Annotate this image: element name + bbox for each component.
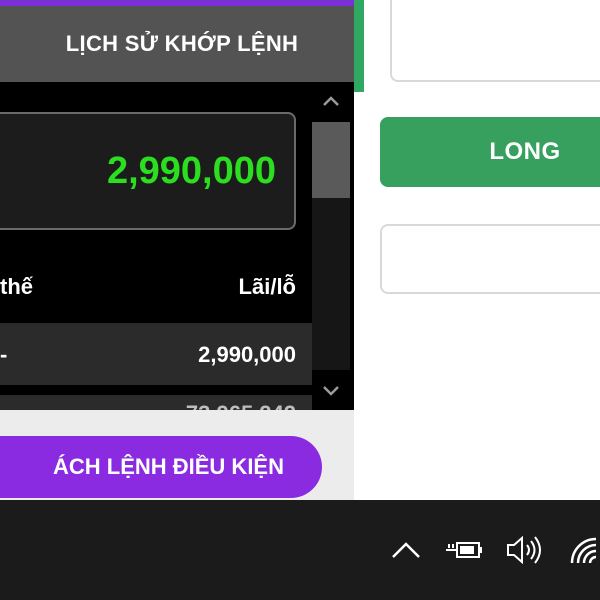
tab-trade-history-label: LỊCH SỬ KHỚP LỆNH — [65, 31, 299, 56]
vertical-scrollbar[interactable] — [312, 82, 350, 410]
table-row[interactable]: - 2,990,000 — [0, 323, 312, 385]
speaker-icon[interactable] — [504, 530, 544, 570]
tab-trade-history[interactable]: LỊCH SỬ KHỚP LỆNH — [0, 6, 354, 82]
app-root: LỊCH SỬ KHỚP LỆNH 2,990,000 thế Lãi/lỗ -… — [0, 0, 600, 600]
trading-panel: LỊCH SỬ KHỚP LỆNH 2,990,000 thế Lãi/lỗ -… — [0, 0, 354, 500]
positions-scroll-area[interactable]: 2,990,000 thế Lãi/lỗ - 2,990,000 73,965,… — [0, 82, 354, 410]
chevron-up-icon[interactable] — [386, 530, 426, 570]
positions-table-header: thế Lãi/lỗ — [0, 252, 312, 324]
scrollbar-thumb[interactable] — [312, 122, 350, 198]
long-button-label: LONG — [489, 138, 561, 165]
balance-value: 2,990,000 — [106, 149, 276, 192]
column-header-profit-loss: Lãi/lỗ — [238, 274, 296, 299]
green-edge-indicator — [354, 0, 364, 92]
row-position-cell: - — [0, 342, 8, 367]
taskbar — [0, 500, 600, 600]
battery-charging-icon[interactable] — [444, 530, 484, 570]
order-input-field[interactable] — [380, 224, 600, 294]
scroll-down-arrow-icon[interactable] — [312, 372, 350, 410]
bottom-action-strip: ÁCH LỆNH ĐIỀU KIỆN — [0, 410, 354, 500]
scrollbar-track[interactable] — [312, 198, 350, 370]
conditional-orders-button[interactable]: ÁCH LỆNH ĐIỀU KIỆN — [0, 436, 322, 498]
row-profit-loss-cell: 73,965,242 — [186, 401, 296, 410]
balance-card: 2,990,000 — [0, 112, 296, 230]
scroll-up-arrow-icon[interactable] — [312, 82, 350, 120]
row-profit-loss-cell: 2,990,000 — [198, 342, 296, 367]
table-row[interactable]: 73,965,242 — [0, 395, 312, 410]
conditional-orders-button-label: ÁCH LỆNH ĐIỀU KIỆN — [52, 454, 284, 479]
column-header-position: thế — [0, 274, 33, 299]
wifi-icon[interactable] — [566, 530, 600, 570]
order-panel: LONG — [354, 0, 600, 500]
order-input-top[interactable] — [390, 0, 600, 82]
long-button[interactable]: LONG — [380, 117, 600, 187]
